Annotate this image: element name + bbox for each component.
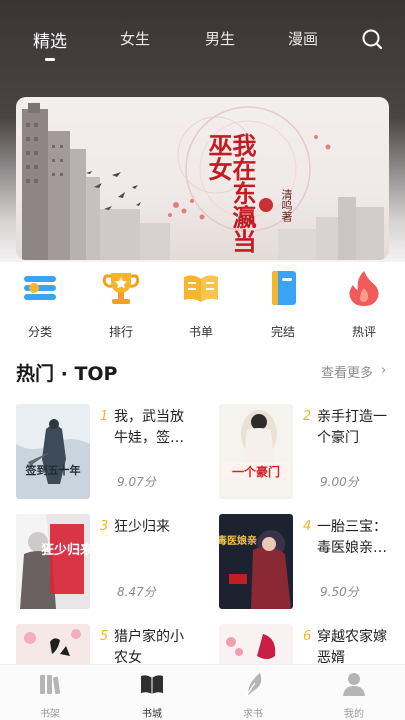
flame-icon [349,271,379,306]
open-book-icon [184,275,218,302]
book-cover: 毒医娘亲 [219,514,293,609]
category-icon [24,276,56,300]
rank-number: 5 [100,629,109,644]
nav-label: 求书 [243,709,263,720]
category-booklist[interactable]: 书单 [173,268,229,340]
book-title: 穿越农家嫁恶婿 [317,629,387,666]
cover-title: 毒医娘亲 [219,534,257,547]
book-title: 一胎三宝：毒医娘亲… [317,519,387,556]
tab-male[interactable]: 男生 [205,28,235,49]
book-item[interactable]: 狂少归来 3 狂少归来 8.47分 [16,514,206,614]
search-icon[interactable] [361,28,383,50]
view-more-link[interactable]: 查看更多 [321,362,373,381]
book-title: 猎户家的小农女 [114,629,184,666]
banner-title: 我在东瀛当巫女 [204,133,257,253]
rank-number: 2 [303,409,312,424]
book-title: 狂少归来 [114,519,170,535]
category-hot-reviews[interactable]: 热评 [336,268,392,340]
book-cover: 签到五十年 [16,404,90,499]
nav-label: 我的 [344,709,364,720]
rank-number: 1 [100,409,109,424]
book-item[interactable]: 签到五十年 1 我，武当放牛娃，签… 9.07分 [16,404,206,504]
category-label: 分类 [27,325,52,339]
tab-featured[interactable]: 精选 [33,27,67,52]
nav-bookstore[interactable]: 书城 [122,671,182,720]
category-shortcuts: 分类 排行 书单 完结 热评 [0,268,405,340]
tab-comics[interactable]: 漫画 [288,28,318,49]
chevron-right-icon[interactable]: › [381,363,386,378]
cover-title: 签到五十年 [25,463,81,477]
book-score: 9.07分 [117,475,156,489]
category-completed[interactable]: 完结 [255,268,311,340]
rank-number: 6 [303,629,312,644]
nav-label: 书城 [142,709,162,720]
top-tab-bar: 精选 女生 男生 漫画 [0,22,405,62]
nav-bookshelf[interactable]: 书架 [20,671,80,720]
book-cover: 一个豪门 [219,404,293,499]
category-classify[interactable]: 分类 [12,268,68,340]
nav-mine[interactable]: 我的 [324,671,384,720]
promo-banner[interactable]: 我在东瀛当巫女 清鸣著 [16,97,389,260]
book-score: 9.50分 [320,585,359,599]
nav-request-book[interactable]: 求书 [223,671,283,720]
banner-author: 清鸣著 [280,189,293,222]
trophy-icon [102,273,140,304]
category-label: 热评 [351,325,376,339]
book-cover: 狂少归来 [16,514,90,609]
closed-book-icon [272,271,296,305]
book-item[interactable]: 一个豪门 2 亲手打造一个豪门 9.00分 [219,404,405,504]
section-title: 热门 · TOP [16,363,118,385]
bottom-nav-bar: 书架 书城 求书 我的 [0,664,405,720]
book-item[interactable]: 毒医娘亲 4 一胎三宝：毒医娘亲… 9.50分 [219,514,405,614]
bookshelf-icon [40,675,61,695]
cover-title: 狂少归来 [41,542,90,558]
bookstore-icon [141,675,163,694]
book-score: 8.47分 [117,585,156,599]
category-ranking[interactable]: 排行 [93,268,149,340]
category-label: 书单 [188,325,213,339]
book-score: 9.00分 [320,475,359,489]
book-title: 亲手打造一个豪门 [317,409,387,446]
active-tab-indicator [45,58,55,61]
feather-icon [245,673,262,697]
category-label: 排行 [108,325,133,339]
book-title: 我，武当放牛娃，签… [114,409,184,446]
rank-number: 3 [100,519,109,534]
rank-number: 4 [303,519,312,534]
nav-label: 书架 [40,709,60,720]
user-icon [343,673,365,696]
cover-title: 一个豪门 [232,464,280,479]
banner-artwork [22,103,384,260]
category-label: 完结 [270,325,295,339]
bookstore-page: 精选 女生 男生 漫画 我在东瀛当巫女 清鸣著 分类 排行 书单 完结 热评 热… [0,0,405,720]
tab-female[interactable]: 女生 [120,28,150,49]
